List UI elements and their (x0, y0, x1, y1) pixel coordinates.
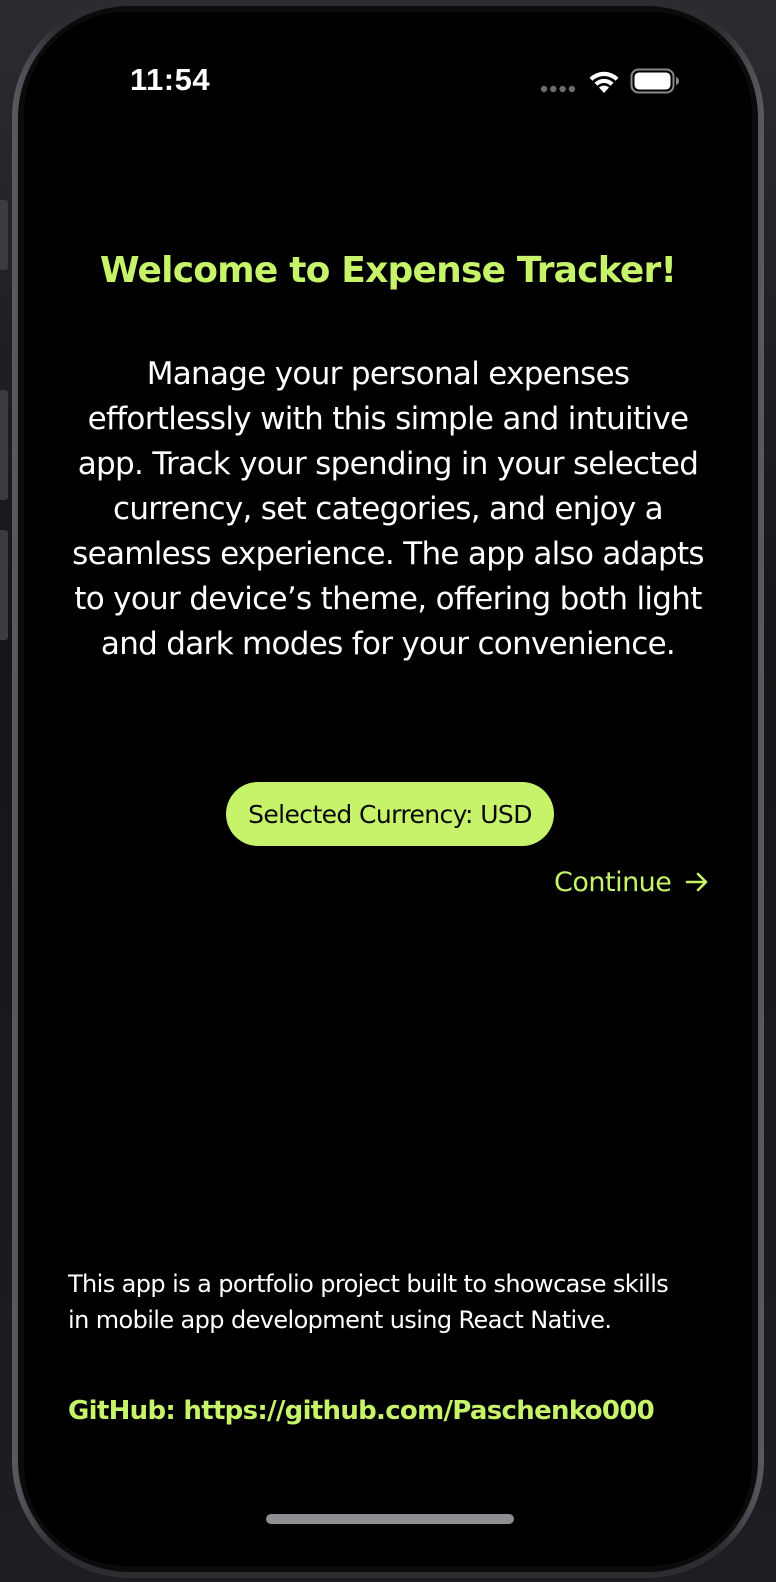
portfolio-note: This app is a portfolio project built to… (68, 1270, 669, 1334)
cellular-dots-icon (540, 85, 576, 93)
arrow-right-icon (686, 872, 708, 892)
battery-icon (630, 68, 679, 94)
continue-button[interactable]: Continue (554, 860, 709, 904)
selected-currency-button[interactable]: Selected Currency: USD (226, 782, 554, 846)
github-link[interactable]: GitHub: https://github.com/Paschenko000 (68, 1396, 655, 1426)
wifi-icon (589, 71, 619, 93)
welcome-title: Welcome to Expense Tracker! (99, 250, 677, 291)
status-time: 11:54 (130, 62, 211, 97)
continue-label: Continue (554, 866, 672, 898)
app-screen: 11:54 Welcome to Expense Tracker! Manage… (24, 12, 752, 1566)
action-button (0, 200, 8, 270)
home-indicator[interactable] (266, 1514, 514, 1524)
welcome-description: Manage your personal expenses effortless… (72, 356, 704, 662)
volume-up-button (0, 390, 8, 500)
volume-down-button (0, 530, 8, 640)
